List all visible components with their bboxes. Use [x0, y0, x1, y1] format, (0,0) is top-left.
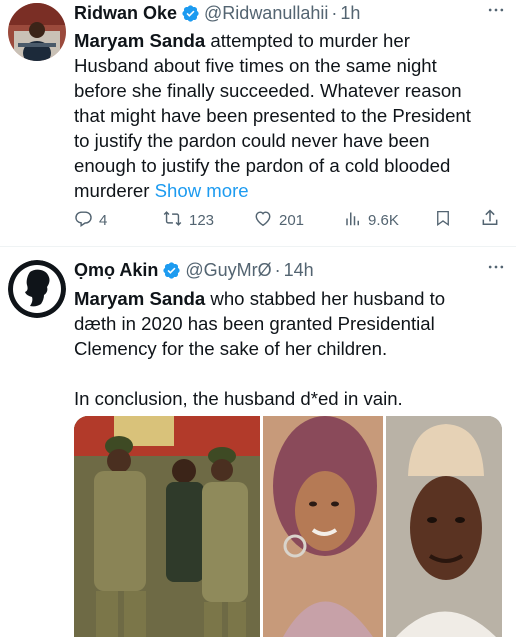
bookmark-button[interactable]: [434, 208, 452, 232]
text-line: enough to justify the pardon of a cold b…: [74, 155, 451, 176]
photo-arrest: [74, 416, 260, 637]
reply-button[interactable]: 4: [74, 209, 107, 232]
text-line: that might have been presented to the Pr…: [74, 105, 471, 126]
share-icon: [480, 208, 500, 232]
tweet-actions: 4 123 201 9.6K: [74, 207, 506, 233]
text-line: who stabbed her husband to: [205, 288, 446, 309]
repost-icon: [162, 209, 183, 232]
tweet-text: Maryam Sanda attempted to murder her Hus…: [74, 28, 506, 203]
text-line: murderer: [74, 180, 150, 201]
author-handle[interactable]: @GuyMrØ: [185, 260, 271, 281]
views-count: 9.6K: [368, 211, 399, 229]
text-line: In conclusion, the husband d*ed in vain.: [74, 388, 403, 409]
views-chart-icon: [344, 209, 362, 232]
attached-image[interactable]: [74, 416, 502, 637]
tweet-header: Ọmọ Akin @GuyMrØ · 14h: [74, 257, 508, 283]
text-line: Clemency for the sake of her children.: [74, 338, 388, 359]
text-line: before she finally succeeded. Whatever r…: [74, 80, 462, 101]
tweet-divider: [0, 246, 516, 247]
separator-dot: ·: [274, 259, 281, 280]
separator-dot: ·: [331, 2, 338, 23]
tweet-header: Ridwan Oke @Ridwanullahii · 1h: [74, 0, 508, 26]
mentioned-name: Maryam Sanda: [74, 30, 206, 51]
avatar[interactable]: [8, 3, 66, 61]
mentioned-name: Maryam Sanda: [74, 288, 206, 309]
author-handle[interactable]: @Ridwanullahii: [204, 3, 328, 24]
author-name[interactable]: Ridwan Oke: [74, 3, 177, 24]
share-button[interactable]: [480, 208, 500, 232]
verified-badge-icon: [162, 261, 181, 280]
text-line: to justify the pardon could never have b…: [74, 130, 430, 151]
tweet-text: Maryam Sanda who stabbed her husband to …: [74, 286, 506, 411]
reply-icon: [74, 209, 93, 232]
bookmark-icon: [434, 208, 452, 232]
avatar[interactable]: [8, 260, 66, 318]
like-button[interactable]: 201: [253, 209, 304, 232]
text-line: dæth in 2020 has been granted Presidenti…: [74, 313, 435, 334]
timestamp[interactable]: 1h: [340, 3, 360, 24]
like-count: 201: [279, 211, 305, 229]
text-line: attempted to murder her: [205, 30, 410, 51]
verified-badge-icon: [181, 4, 200, 23]
reply-count: 4: [99, 211, 108, 229]
more-horizontal-icon[interactable]: [486, 0, 506, 25]
show-more-link[interactable]: Show more: [155, 180, 249, 201]
author-name[interactable]: Ọmọ Akin: [74, 260, 158, 281]
timestamp[interactable]: 14h: [284, 260, 314, 281]
repost-count: 123: [189, 211, 215, 229]
more-horizontal-icon[interactable]: [486, 257, 506, 282]
views-button[interactable]: 9.6K: [344, 209, 399, 232]
heart-icon: [253, 209, 273, 232]
photo-woman: [263, 416, 383, 637]
repost-button[interactable]: 123: [162, 209, 214, 232]
photo-man: [386, 416, 502, 637]
text-line: Husband about five times on the same nig…: [74, 55, 437, 76]
